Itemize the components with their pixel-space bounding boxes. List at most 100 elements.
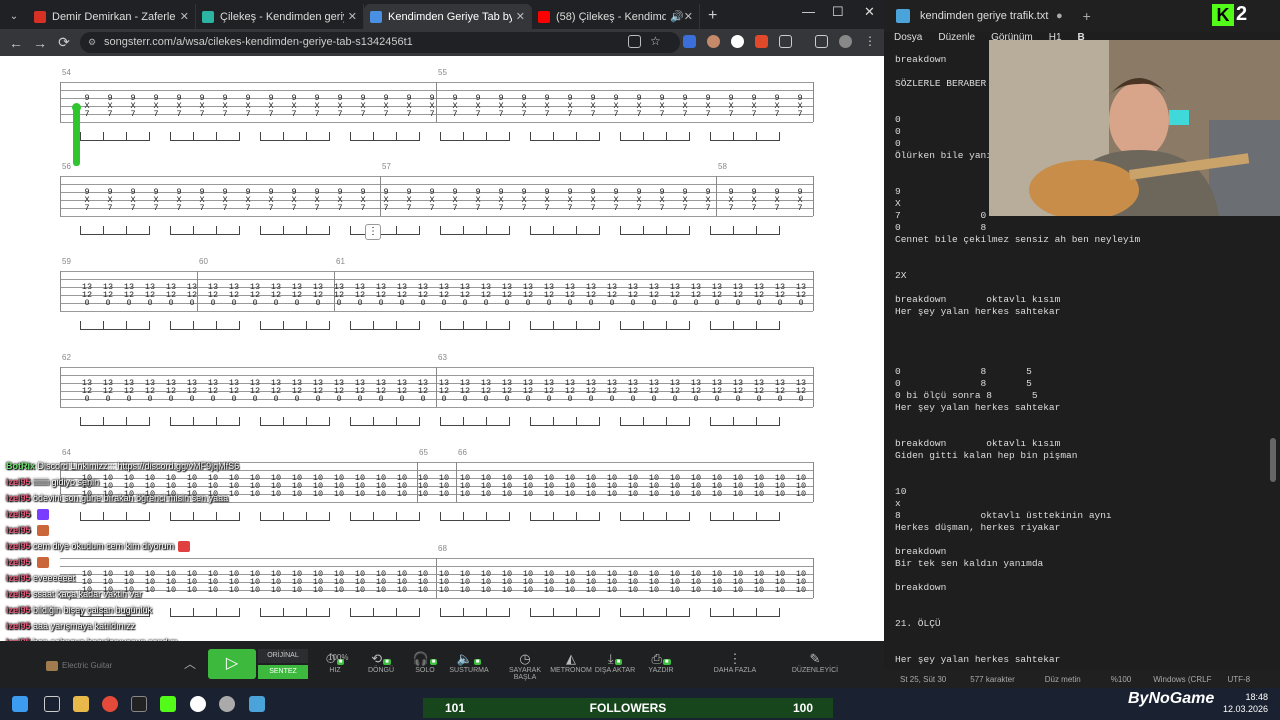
tab-note[interactable]: 13 12 0 <box>710 379 724 404</box>
tab-note[interactable]: 13 12 0 <box>731 283 745 308</box>
new-tab-button[interactable]: + <box>708 7 717 25</box>
bookmark-star-icon[interactable]: ☆ <box>650 34 661 48</box>
chat-username[interactable]: izel95 <box>6 605 31 615</box>
tab-note[interactable]: 9X7 <box>172 188 186 213</box>
more-options-icon[interactable]: ⋮ <box>365 224 381 240</box>
tab-note[interactable]: 13 12 0 <box>584 283 598 308</box>
menu-file[interactable]: Dosya <box>894 32 922 46</box>
tab-note[interactable]: 10 10 10 <box>437 474 451 499</box>
tab-note[interactable]: 10 10 10 <box>752 474 766 499</box>
tab-note[interactable]: 10 10 10 <box>416 570 430 595</box>
tab-note[interactable]: 10 10 10 <box>395 474 409 499</box>
tab-note[interactable]: 13 12 0 <box>143 283 157 308</box>
tab-note[interactable]: 9X7 <box>103 94 117 119</box>
tab-note[interactable]: 10 10 10 <box>773 570 787 595</box>
tab-note[interactable]: 13 12 0 <box>269 379 283 404</box>
tab-note[interactable]: 13 12 0 <box>542 283 556 308</box>
extension-icon[interactable] <box>683 35 696 48</box>
maximize-icon[interactable]: ☐ <box>832 4 844 20</box>
tab-note[interactable]: 10 10 10 <box>794 570 808 595</box>
tab-note[interactable]: 9X7 <box>632 94 646 119</box>
tab-note[interactable]: 9X7 <box>310 188 324 213</box>
obs-icon[interactable] <box>190 696 206 712</box>
tab-note[interactable]: 10 10 10 <box>479 474 493 499</box>
tab-note[interactable]: 13 12 0 <box>563 283 577 308</box>
audio-app-icon[interactable] <box>131 696 147 712</box>
tab-note[interactable]: 9X7 <box>540 188 554 213</box>
tab-note[interactable]: 13 12 0 <box>752 283 766 308</box>
cast-icon[interactable] <box>628 35 641 48</box>
chevron-up-icon[interactable]: ︿ <box>184 655 196 672</box>
menu-icon[interactable]: ⋮ <box>864 34 876 48</box>
tab-note[interactable]: 13 12 0 <box>185 379 199 404</box>
tab-note[interactable]: 10 10 10 <box>710 570 724 595</box>
tab-note[interactable]: 13 12 0 <box>206 379 220 404</box>
tab-note[interactable]: 13 12 0 <box>143 379 157 404</box>
tab-note[interactable]: 9X7 <box>678 188 692 213</box>
close-icon[interactable]: ✕ <box>516 10 525 23</box>
extension-icon[interactable] <box>707 35 720 48</box>
notepad-taskbar-icon[interactable] <box>249 696 265 712</box>
tab-note[interactable]: 13 12 0 <box>80 283 94 308</box>
tab-note[interactable]: 13 12 0 <box>374 283 388 308</box>
tab-note[interactable]: 9X7 <box>747 94 761 119</box>
tab-note[interactable]: 13 12 0 <box>332 379 346 404</box>
kick-app-icon[interactable] <box>160 696 176 712</box>
tab-note[interactable]: 9X7 <box>793 94 807 119</box>
menu-edit[interactable]: Düzenle <box>938 32 975 46</box>
extensions-puzzle-icon[interactable] <box>779 35 792 48</box>
tab-note[interactable]: 13 12 0 <box>710 283 724 308</box>
tab-note[interactable]: 9X7 <box>333 94 347 119</box>
tab-note[interactable]: 10 10 10 <box>332 570 346 595</box>
tab-note[interactable]: 9X7 <box>609 188 623 213</box>
player-button-susturma[interactable]: 🔈 ■ SUSTURMA <box>444 651 494 674</box>
extension-icon[interactable] <box>731 35 744 48</box>
tab-note[interactable]: 9X7 <box>264 188 278 213</box>
tab-note[interactable]: 10 10 10 <box>563 570 577 595</box>
tab-note[interactable]: 9X7 <box>264 94 278 119</box>
tab-note[interactable]: 10 10 10 <box>353 474 367 499</box>
tab-note[interactable]: 13 12 0 <box>416 379 430 404</box>
tab-note[interactable]: 13 12 0 <box>689 283 703 308</box>
tab-note[interactable]: 9X7 <box>80 188 94 213</box>
tab-note[interactable]: 10 10 10 <box>542 474 556 499</box>
player-button-düzenleyi̇ci̇[interactable]: ✎ DÜZENLEYİCİ <box>790 651 840 674</box>
tab-note[interactable]: 10 10 10 <box>311 474 325 499</box>
tab-note[interactable]: 9X7 <box>724 94 738 119</box>
url-input[interactable]: songsterr.com/a/wsa/cilekes-kendimden-ge… <box>80 32 680 53</box>
tab-note[interactable]: 13 12 0 <box>101 283 115 308</box>
tab-note[interactable]: 10 10 10 <box>647 474 661 499</box>
tab-note[interactable]: 10 10 10 <box>416 474 430 499</box>
tab-note[interactable]: 9X7 <box>793 188 807 213</box>
tab-note[interactable]: 13 12 0 <box>752 379 766 404</box>
tab-note[interactable]: 10 10 10 <box>752 570 766 595</box>
tab-note[interactable]: 10 10 10 <box>479 570 493 595</box>
tab-search-icon[interactable]: ⌄ <box>0 11 28 22</box>
tab-note[interactable]: 10 10 10 <box>353 570 367 595</box>
tab-note[interactable]: 10 10 10 <box>668 570 682 595</box>
chat-username[interactable]: izel95 <box>6 557 31 567</box>
tab-note[interactable]: 13 12 0 <box>374 379 388 404</box>
profile-avatar[interactable] <box>839 35 852 48</box>
tab-note[interactable]: 13 12 0 <box>773 283 787 308</box>
tab-note[interactable]: 13 12 0 <box>479 283 493 308</box>
tab-note[interactable]: 10 10 10 <box>626 474 640 499</box>
tab-note[interactable]: 13 12 0 <box>416 283 430 308</box>
tab-note[interactable]: 13 12 0 <box>290 379 304 404</box>
tab-note[interactable]: 9X7 <box>448 94 462 119</box>
settings-icon[interactable] <box>219 696 235 712</box>
tab-note[interactable]: 9X7 <box>379 188 393 213</box>
tab-note[interactable]: 9X7 <box>494 94 508 119</box>
chat-username[interactable]: BotRix <box>6 461 35 471</box>
tab-note[interactable]: 13 12 0 <box>395 379 409 404</box>
player-button-yazdir[interactable]: ⎙ ■ YAZDIR <box>636 651 686 674</box>
speaker-icon[interactable]: 🔊✕ <box>670 10 693 23</box>
tab-note[interactable]: 13 12 0 <box>311 283 325 308</box>
tab-note[interactable]: 13 12 0 <box>500 283 514 308</box>
tab-note[interactable]: 9X7 <box>218 188 232 213</box>
tab-note[interactable]: 10 10 10 <box>395 570 409 595</box>
tab-note[interactable]: 9X7 <box>747 188 761 213</box>
tab-note[interactable]: 9X7 <box>586 188 600 213</box>
tab-note[interactable]: 13 12 0 <box>689 379 703 404</box>
tab-note[interactable]: 13 12 0 <box>206 283 220 308</box>
